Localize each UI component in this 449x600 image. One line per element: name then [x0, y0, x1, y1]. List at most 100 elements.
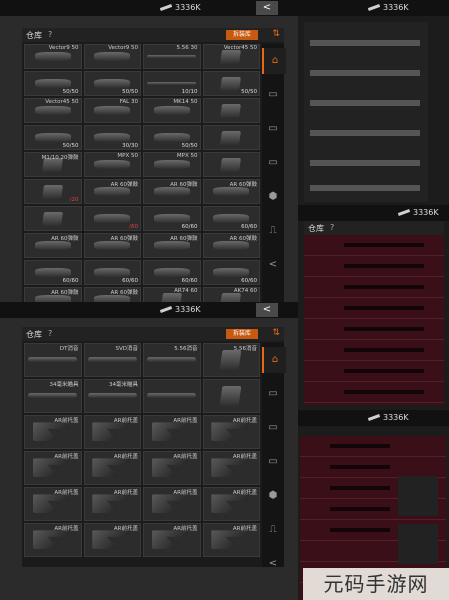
item-slot[interactable]: AR 60弹鼓: [24, 233, 82, 258]
item-slot[interactable]: AR前托盖: [143, 451, 201, 485]
item-slot[interactable]: 50/50: [24, 71, 82, 96]
item-slot[interactable]: MPX 50: [83, 152, 141, 177]
item-slot[interactable]: AR 60弹鼓: [143, 179, 201, 204]
grip-tab-icon[interactable]: ▭: [262, 150, 284, 176]
weapon-tab-icon[interactable]: ▭: [262, 381, 284, 407]
item-slot[interactable]: 50/50: [202, 71, 260, 96]
item-icon: [153, 186, 190, 197]
item-icon: [147, 81, 197, 85]
item-slot[interactable]: AR前托盖: [143, 487, 201, 521]
item-slot[interactable]: 60/60: [83, 260, 141, 285]
item-slot[interactable]: /60: [83, 206, 141, 231]
home-icon[interactable]: ⌂: [262, 48, 286, 74]
sort-icon-2[interactable]: ⇅: [272, 328, 280, 338]
item-slot[interactable]: AR前托盖: [143, 415, 201, 449]
item-slot[interactable]: AR前托盖: [202, 523, 260, 557]
weapon-silhouette: [310, 70, 420, 76]
item-icon: [153, 213, 190, 224]
item-slot[interactable]: Vector45 50: [202, 44, 260, 69]
item-slot[interactable]: M1/10 20弹鼓: [24, 152, 82, 177]
item-slot[interactable]: [202, 379, 260, 413]
item-slot[interactable]: 34毫米瞄具: [24, 379, 82, 413]
item-slot[interactable]: MPX 50: [143, 152, 201, 177]
optic-tab-icon[interactable]: ▭: [262, 116, 284, 142]
item-slot[interactable]: 60/60: [143, 260, 201, 285]
item-slot[interactable]: AR 60弹鼓: [83, 233, 141, 258]
item-slot[interactable]: AR前托盖: [202, 451, 260, 485]
item-slot[interactable]: 60/60: [202, 260, 260, 285]
item-slot[interactable]: 50/50: [83, 71, 141, 96]
item-slot[interactable]: Vector9 50: [24, 44, 82, 69]
grip-tab-icon[interactable]: ▭: [262, 449, 284, 475]
item-icon: [92, 530, 129, 549]
item-slot[interactable]: [24, 206, 82, 231]
item-icon: [211, 422, 248, 441]
weapon-tab-icon[interactable]: ▭: [262, 82, 284, 108]
item-slot[interactable]: AR前托盖: [143, 523, 201, 557]
ammo-tab-icon[interactable]: ⎍: [262, 218, 284, 244]
right-panel-mid: 3336K 仓库 ?: [298, 205, 449, 410]
ammo-tab-icon[interactable]: ⎍: [262, 517, 284, 543]
item-slot[interactable]: /20: [24, 179, 82, 204]
item-slot[interactable]: AR 60弹鼓: [143, 233, 201, 258]
item-slot[interactable]: AR前托盖: [24, 523, 82, 557]
item-slot[interactable]: [202, 125, 260, 150]
item-slot[interactable]: AR前托盖: [24, 415, 82, 449]
item-slot[interactable]: 5.56消音: [202, 343, 260, 377]
item-slot[interactable]: 50/50: [24, 125, 82, 150]
item-slot[interactable]: FAL 30: [83, 98, 141, 123]
item-name: AR前托盖: [54, 418, 79, 424]
item-slot[interactable]: 5.56 30: [143, 44, 201, 69]
item-slot[interactable]: 60/60: [24, 260, 82, 285]
item-slot[interactable]: [202, 98, 260, 123]
back-button[interactable]: <: [256, 1, 278, 15]
item-slot[interactable]: AR 60弹鼓: [202, 233, 260, 258]
home-icon[interactable]: ⌂: [262, 347, 286, 373]
item-slot[interactable]: AR前托盖: [83, 523, 141, 557]
right-panel-top: 3336K: [298, 0, 449, 205]
item-slot[interactable]: DT消音: [24, 343, 82, 377]
collapse-icon[interactable]: <: [262, 252, 284, 278]
item-slot[interactable]: 5.56消音: [143, 343, 201, 377]
optic-tab-icon[interactable]: ▭: [262, 415, 284, 441]
item-slot[interactable]: AR 60弹鼓: [83, 179, 141, 204]
item-slot[interactable]: AR前托盖: [202, 415, 260, 449]
item-slot[interactable]: 10/10: [143, 71, 201, 96]
item-name: AR74 60: [174, 288, 198, 294]
item-slot[interactable]: AR前托盖: [202, 487, 260, 521]
item-slot[interactable]: AR前托盖: [24, 451, 82, 485]
item-slot[interactable]: AR前托盖: [83, 415, 141, 449]
item-slot[interactable]: 30/30: [83, 125, 141, 150]
item-slot[interactable]: AR前托盖: [83, 487, 141, 521]
item-slot[interactable]: Vector9 50: [83, 44, 141, 69]
back-button-2[interactable]: <: [256, 303, 278, 317]
bullet-icon: [397, 209, 411, 216]
help-icon-2[interactable]: ?: [48, 329, 52, 338]
weapon-silhouette: [310, 185, 420, 191]
gear-tab-icon[interactable]: ⬢: [262, 483, 284, 509]
right-help-icon[interactable]: ?: [330, 223, 334, 232]
item-slot[interactable]: AR 60弹鼓: [202, 179, 260, 204]
item-slot[interactable]: AR前托盖: [83, 451, 141, 485]
item-slot[interactable]: 60/60: [143, 206, 201, 231]
item-icon: [153, 105, 190, 116]
item-icon: [34, 78, 71, 89]
collapse-icon[interactable]: <: [262, 551, 284, 577]
help-icon[interactable]: ?: [48, 30, 52, 39]
item-slot[interactable]: [143, 379, 201, 413]
item-slot[interactable]: Vector45 50: [24, 98, 82, 123]
item-name: AR前托盖: [232, 490, 257, 496]
sort-icon[interactable]: ⇅: [272, 29, 280, 39]
item-slot[interactable]: 60/60: [202, 206, 260, 231]
item-slot[interactable]: 34毫米瞄具: [83, 379, 141, 413]
disassemble-button[interactable]: 拆装库: [226, 30, 258, 40]
item-slot[interactable]: AR前托盖: [24, 487, 82, 521]
item-name: AR 60弹鼓: [170, 182, 198, 188]
disassemble-button-2[interactable]: 拆装库: [226, 329, 258, 339]
weapon-red-list: [304, 235, 444, 405]
item-slot[interactable]: [202, 152, 260, 177]
item-slot[interactable]: 50/50: [143, 125, 201, 150]
item-slot[interactable]: SVD消音: [83, 343, 141, 377]
item-slot[interactable]: MK14 50: [143, 98, 201, 123]
gear-tab-icon[interactable]: ⬢: [262, 184, 284, 210]
